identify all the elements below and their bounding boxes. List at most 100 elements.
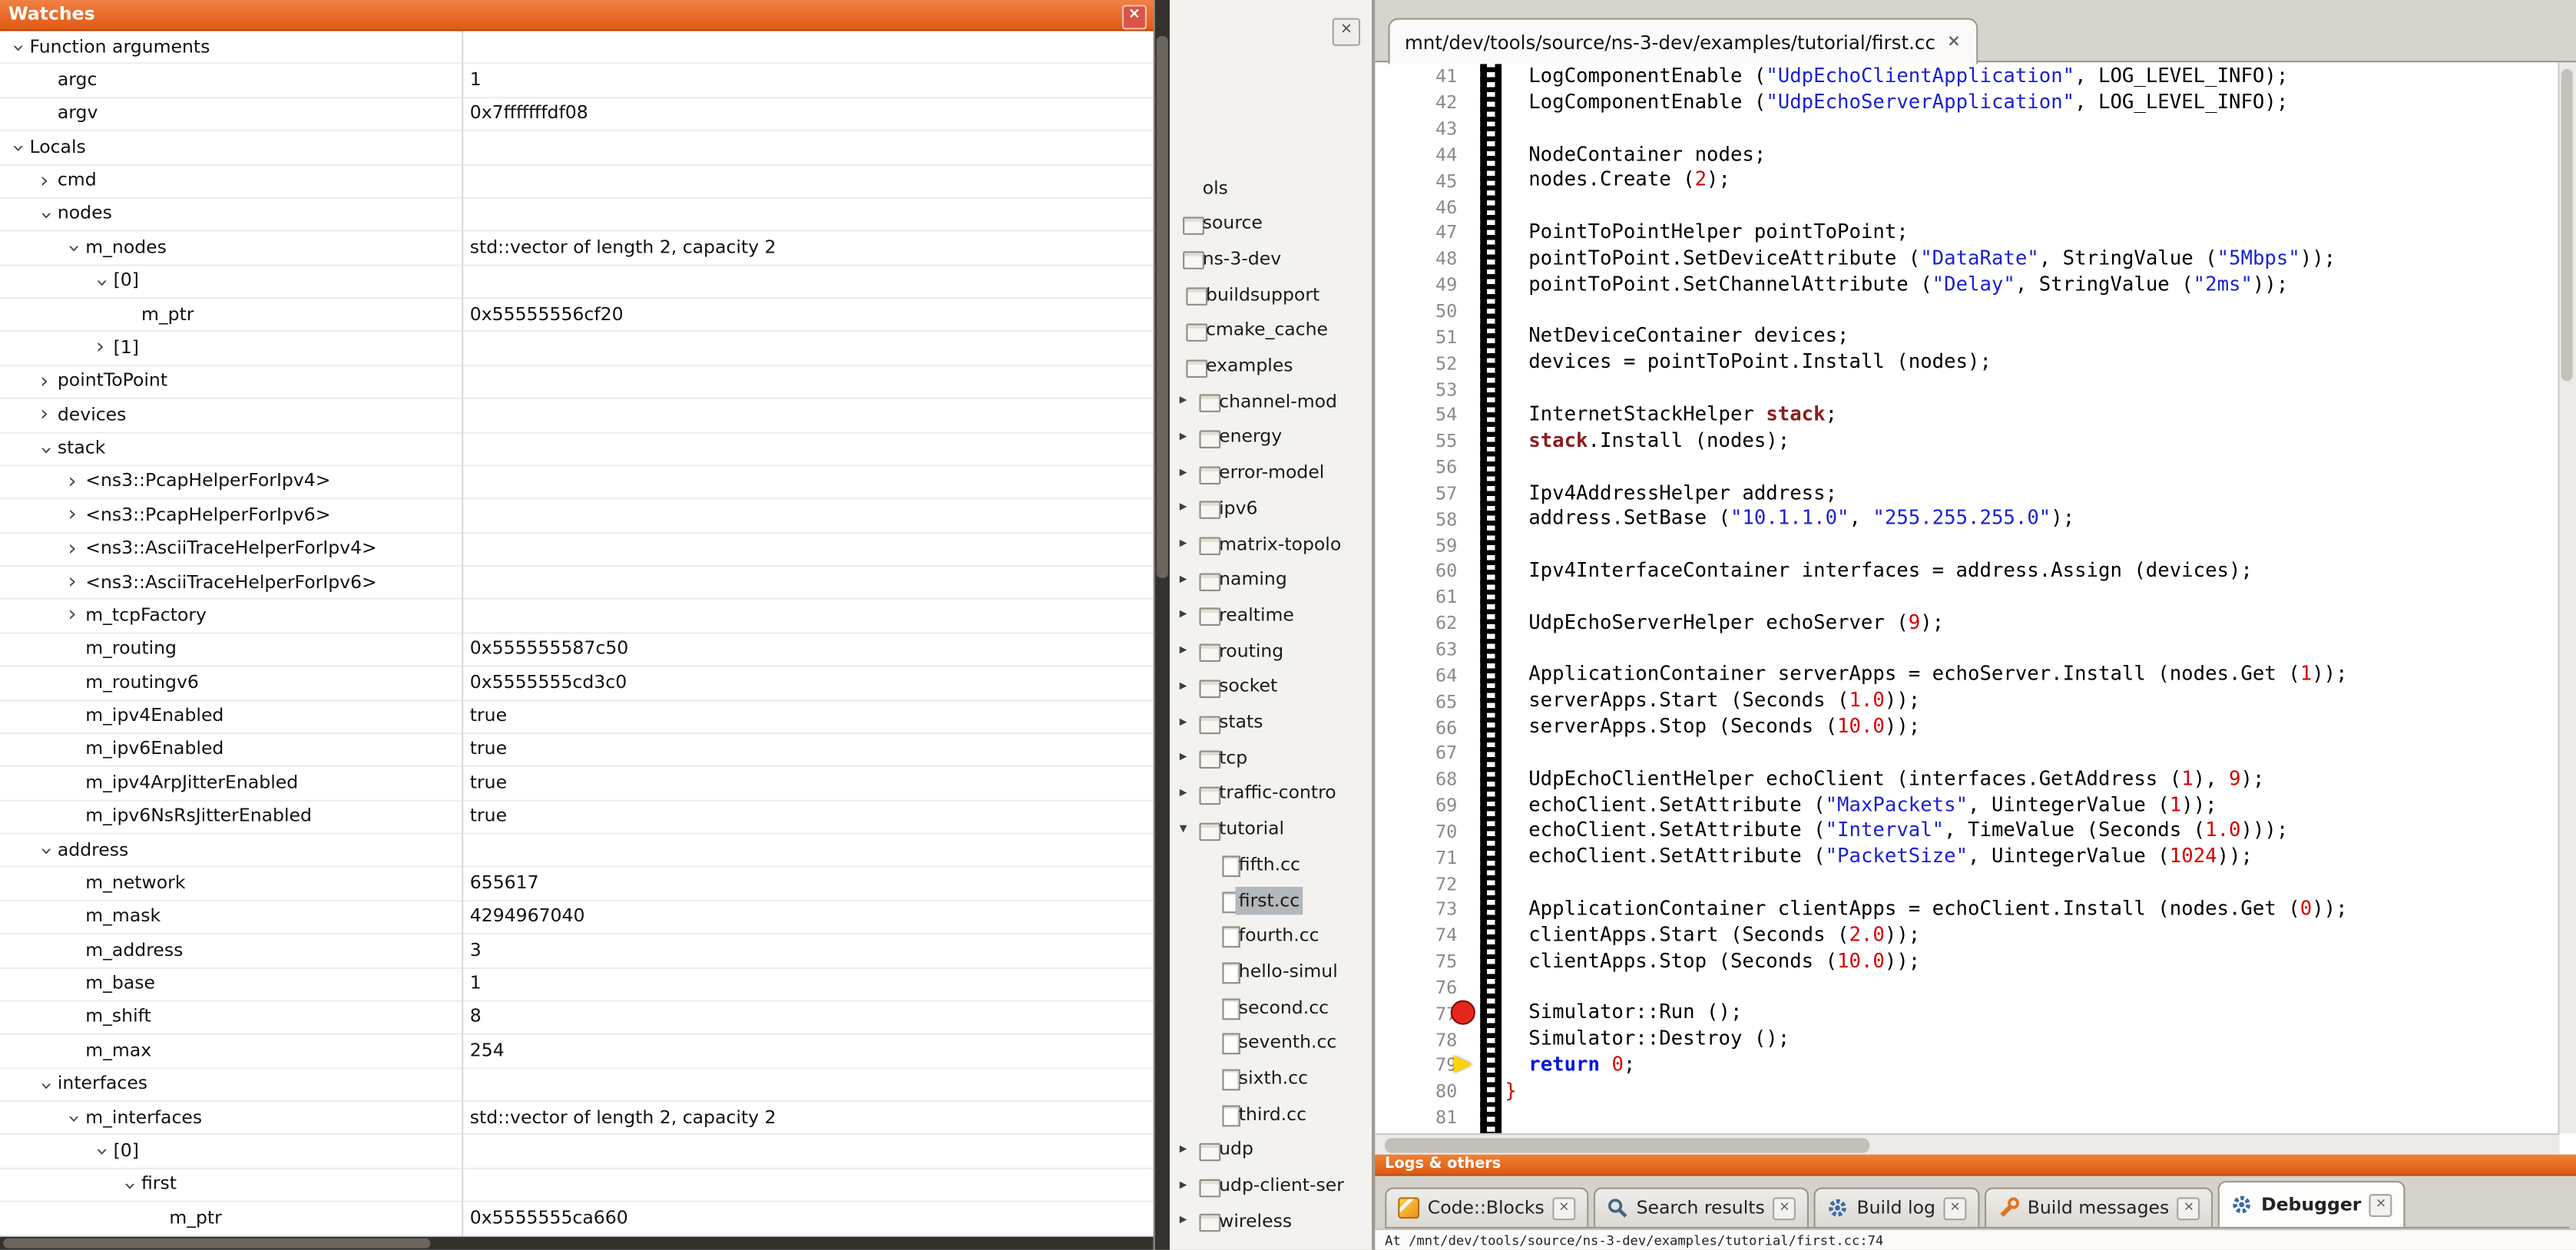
margin-cell[interactable] bbox=[1470, 845, 1492, 871]
tree-item[interactable]: ▸cmake_cache bbox=[1170, 313, 1372, 349]
expander-open-icon[interactable]: › bbox=[61, 1109, 86, 1129]
logs-tab-build-log[interactable]: Build log× bbox=[1814, 1187, 1980, 1226]
margin-cell[interactable] bbox=[1470, 455, 1492, 481]
line-number[interactable]: 76 bbox=[1375, 977, 1470, 999]
line-number[interactable]: 70 bbox=[1375, 821, 1470, 842]
tree-item[interactable]: ▸naming bbox=[1170, 563, 1372, 598]
expander-open-icon[interactable]: › bbox=[89, 1143, 114, 1162]
margin-cell[interactable] bbox=[1470, 376, 1492, 402]
expander-closed-icon[interactable]: › bbox=[62, 604, 82, 628]
line-number[interactable]: 68 bbox=[1375, 769, 1470, 790]
expander-open-icon[interactable]: › bbox=[33, 1076, 58, 1096]
line-number[interactable]: 47 bbox=[1375, 223, 1470, 244]
tree-item[interactable]: ns-3-dev bbox=[1170, 242, 1372, 277]
line-number[interactable]: 75 bbox=[1375, 951, 1470, 973]
watch-row[interactable]: ›<ns3::PcapHelperForIpv6> bbox=[0, 500, 1154, 534]
margin-cell[interactable] bbox=[1470, 1079, 1492, 1105]
margin-cell[interactable] bbox=[1470, 142, 1492, 168]
scrollbar-thumb[interactable] bbox=[3, 1238, 430, 1248]
margin-cell[interactable] bbox=[1470, 324, 1492, 350]
line-number[interactable]: 67 bbox=[1375, 743, 1470, 765]
line-number[interactable]: 74 bbox=[1375, 925, 1470, 947]
line-number[interactable]: 65 bbox=[1375, 691, 1470, 713]
tree-item[interactable]: ▸routing bbox=[1170, 634, 1372, 670]
margin-cell[interactable] bbox=[1470, 558, 1492, 584]
code-editor[interactable]: 41 LogComponentEnable ("UdpEchoClientApp… bbox=[1375, 62, 2559, 1133]
tree-item[interactable]: ▸tcp bbox=[1170, 741, 1372, 776]
editor-horizontal-scrollbar[interactable] bbox=[1375, 1133, 2559, 1155]
expander-closed-icon[interactable]: › bbox=[62, 503, 82, 527]
logs-tab-search-results[interactable]: Search results× bbox=[1594, 1187, 1809, 1226]
expander-closed-icon[interactable]: › bbox=[35, 402, 55, 427]
margin-cell[interactable] bbox=[1470, 637, 1492, 663]
line-number[interactable]: 66 bbox=[1375, 717, 1470, 739]
watch-row[interactable]: m_shift8 bbox=[0, 1002, 1154, 1036]
tree-item[interactable]: ▸udp bbox=[1170, 1133, 1372, 1169]
margin-cell[interactable] bbox=[1470, 1053, 1492, 1079]
expander-closed-icon[interactable]: ▸ bbox=[1180, 464, 1187, 480]
margin-cell[interactable] bbox=[1470, 64, 1492, 90]
margin-cell[interactable] bbox=[1470, 715, 1492, 741]
watch-row[interactable]: argc1 bbox=[0, 64, 1154, 98]
watch-row[interactable]: ›stack bbox=[0, 433, 1154, 467]
line-number[interactable]: 81 bbox=[1375, 1107, 1470, 1129]
expander-closed-icon[interactable]: › bbox=[62, 537, 82, 561]
editor-vertical-scrollbar[interactable] bbox=[2558, 62, 2576, 1133]
margin-cell[interactable] bbox=[1470, 1105, 1492, 1131]
expander-closed-icon[interactable]: ▸ bbox=[1180, 535, 1187, 551]
expander-closed-icon[interactable]: ▸ bbox=[1180, 571, 1187, 587]
line-number[interactable]: 62 bbox=[1375, 613, 1470, 634]
expander-open-icon[interactable]: › bbox=[61, 239, 86, 259]
watches-close-button[interactable]: × bbox=[1122, 5, 1147, 29]
expander-closed-icon[interactable]: ▸ bbox=[1180, 1212, 1187, 1229]
watch-row[interactable]: ›pointToPoint bbox=[0, 365, 1154, 399]
line-number[interactable]: 43 bbox=[1375, 118, 1470, 140]
tree-item[interactable]: hello-simul bbox=[1170, 955, 1372, 990]
logs-tab-debugger[interactable]: Debugger× bbox=[2218, 1181, 2405, 1227]
tree-item[interactable]: seventh.cc bbox=[1170, 1026, 1372, 1061]
watch-row[interactable]: ›Locals bbox=[0, 131, 1154, 165]
line-number[interactable]: 73 bbox=[1375, 899, 1470, 921]
expander-open-icon[interactable]: ▾ bbox=[1180, 821, 1187, 837]
watch-row[interactable]: ›devices bbox=[0, 399, 1154, 433]
expander-open-icon[interactable]: › bbox=[89, 273, 114, 293]
tab-close-icon[interactable]: × bbox=[1773, 1196, 1796, 1219]
expander-closed-icon[interactable]: ▸ bbox=[1180, 785, 1187, 801]
expander-closed-icon[interactable]: › bbox=[35, 168, 55, 193]
tree-item[interactable]: ▸udp-client-ser bbox=[1170, 1169, 1372, 1204]
expander-closed-icon[interactable]: ▸ bbox=[1180, 713, 1187, 729]
tree-item[interactable]: sixth.cc bbox=[1170, 1062, 1372, 1097]
margin-cell[interactable] bbox=[1470, 168, 1492, 194]
margin-cell[interactable] bbox=[1470, 402, 1492, 428]
tree-item[interactable]: ▸energy bbox=[1170, 420, 1372, 455]
watch-row[interactable]: argv0x7fffffffdf08 bbox=[0, 98, 1154, 132]
watch-row[interactable]: m_ipv6NsRsJitterEnabledtrue bbox=[0, 801, 1154, 835]
tree-item[interactable]: third.cc bbox=[1170, 1097, 1372, 1133]
line-number[interactable]: 61 bbox=[1375, 587, 1470, 608]
tree-item[interactable]: ▸stats bbox=[1170, 706, 1372, 741]
watch-row[interactable]: m_ipv4ArpJitterEnabledtrue bbox=[0, 767, 1154, 801]
tree-item[interactable]: ▸traffic-contro bbox=[1170, 777, 1372, 812]
margin-cell[interactable] bbox=[1470, 610, 1492, 637]
watch-row[interactable]: ›cmd bbox=[0, 165, 1154, 199]
scrollbar-thumb[interactable] bbox=[1157, 36, 1168, 578]
margin-cell[interactable] bbox=[1470, 923, 1492, 949]
watch-row[interactable]: m_ptr0x5555555ca660 bbox=[0, 1202, 1154, 1236]
line-number[interactable]: 50 bbox=[1375, 300, 1470, 322]
margin-cell[interactable] bbox=[1470, 481, 1492, 507]
expander-closed-icon[interactable]: › bbox=[62, 570, 82, 594]
watch-row[interactable]: m_routingv60x5555555cd3c0 bbox=[0, 667, 1154, 701]
margin-cell[interactable] bbox=[1470, 116, 1492, 142]
expander-open-icon[interactable]: › bbox=[117, 1176, 141, 1196]
logs-tab-build-messages[interactable]: Build messages× bbox=[1985, 1187, 2213, 1226]
line-number[interactable]: 57 bbox=[1375, 483, 1470, 504]
tree-item[interactable]: second.cc bbox=[1170, 990, 1372, 1026]
watch-row[interactable]: ›<ns3::AsciiTraceHelperForIpv4> bbox=[0, 533, 1154, 567]
line-number[interactable]: 41 bbox=[1375, 66, 1470, 88]
tree-item[interactable]: ▾tutorial bbox=[1170, 812, 1372, 848]
watch-row[interactable]: m_base1 bbox=[0, 968, 1154, 1002]
margin-cell[interactable] bbox=[1470, 428, 1492, 455]
line-number[interactable]: 49 bbox=[1375, 275, 1470, 296]
expander-open-icon[interactable]: › bbox=[33, 842, 58, 861]
line-number[interactable]: 58 bbox=[1375, 509, 1470, 531]
